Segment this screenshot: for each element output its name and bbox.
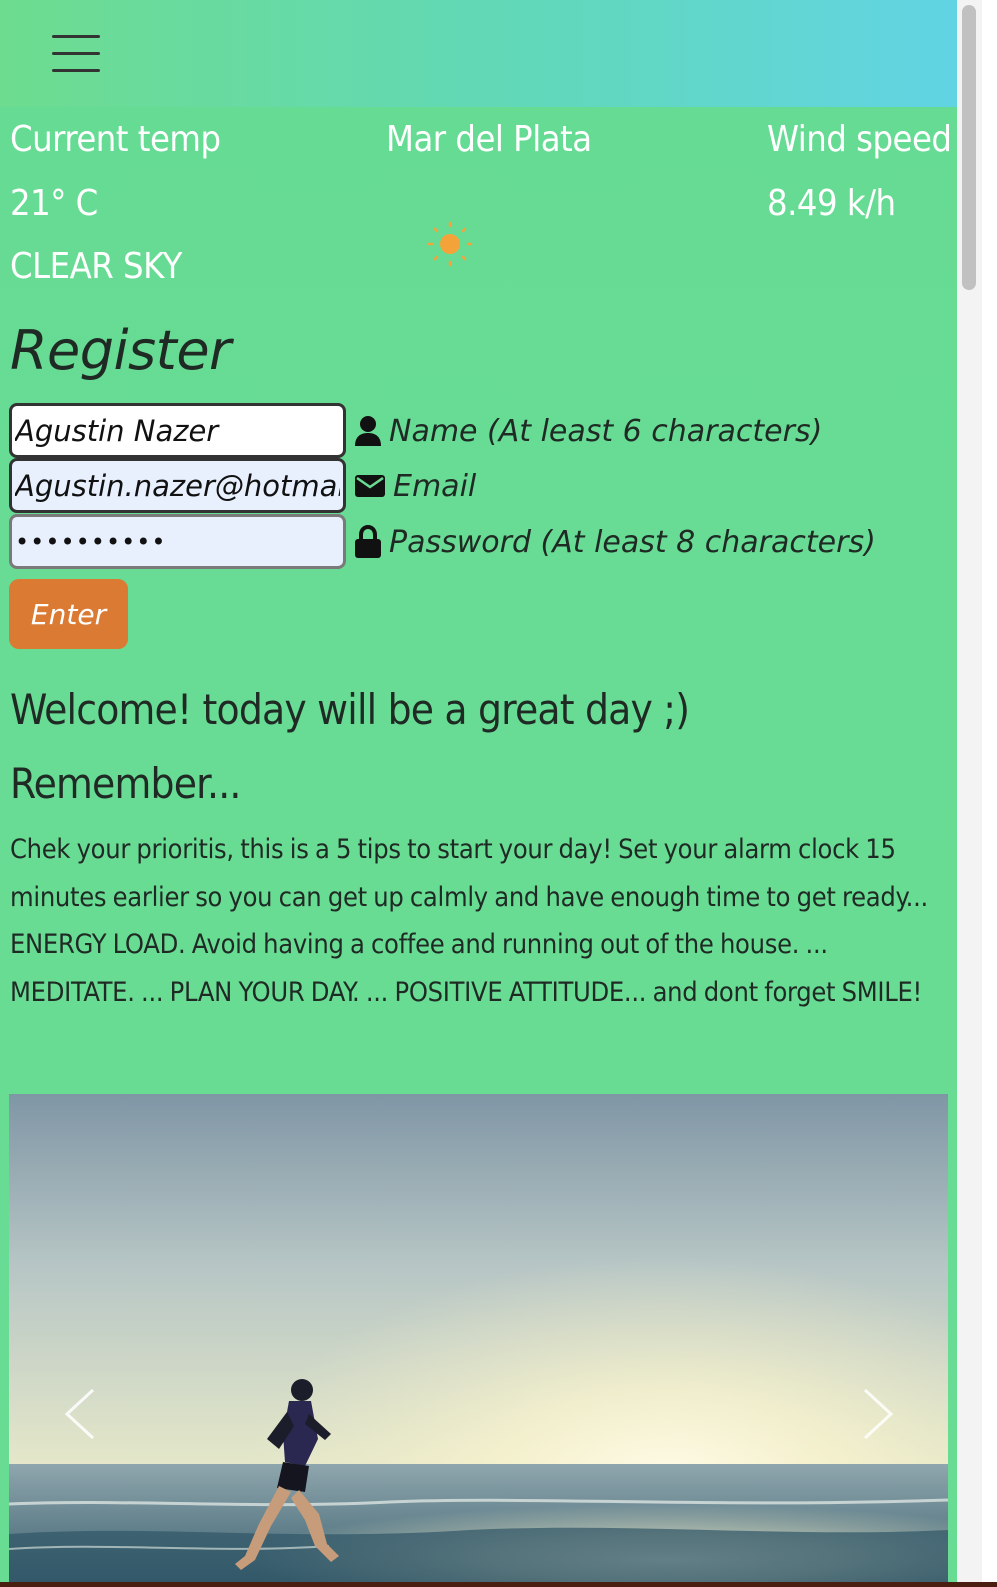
register-title: Register — [10, 319, 231, 382]
sun-icon — [427, 221, 473, 267]
image-carousel[interactable] — [9, 1094, 948, 1587]
scrollbar-gutter — [982, 0, 997, 1587]
email-field-label: Email — [354, 466, 476, 506]
lock-icon — [355, 525, 381, 558]
name-label-text: Name (At least 6 characters) — [389, 413, 823, 449]
vertical-scrollbar[interactable] — [957, 0, 997, 1587]
hamburger-line — [52, 52, 100, 55]
welcome-heading: Welcome! today will be a great day ;) — [10, 685, 690, 734]
wind-speed-value: 8.49 k/h — [767, 183, 896, 224]
tips-paragraph: Chek your prioritis, this is a 5 tips to… — [10, 834, 928, 1008]
remember-heading: Remember... — [10, 759, 241, 808]
name-input[interactable] — [9, 403, 346, 458]
bottom-edge — [0, 1582, 997, 1587]
temperature-value: 21° C — [10, 183, 98, 224]
name-field-label: Name (At least 6 characters) — [354, 411, 822, 451]
user-icon — [355, 416, 381, 446]
current-temp-label: Current temp — [10, 119, 221, 160]
weather-condition: CLEAR SKY — [10, 246, 182, 287]
enter-button[interactable]: Enter — [9, 579, 128, 649]
chevron-right-icon[interactable] — [849, 1384, 909, 1444]
hamburger-line — [52, 69, 100, 72]
city-name: Mar del Plata — [386, 119, 592, 160]
scrollbar-thumb[interactable] — [962, 5, 976, 290]
top-navbar — [0, 0, 957, 107]
hamburger-menu-icon[interactable] — [52, 35, 100, 73]
hamburger-line — [52, 35, 100, 38]
page: Current temp 21° C CLEAR SKY Mar del Pla… — [0, 0, 957, 1587]
envelope-icon — [355, 475, 385, 497]
password-input[interactable] — [9, 514, 346, 569]
wind-speed-label: Wind speed — [767, 119, 952, 160]
password-label-text: Password (At least 8 characters) — [389, 524, 876, 560]
password-field-label: Password (At least 8 characters) — [354, 522, 876, 562]
email-input[interactable] — [9, 458, 346, 513]
chevron-left-icon[interactable] — [49, 1384, 109, 1444]
email-label-text: Email — [393, 468, 477, 504]
beach-runner-image — [9, 1094, 948, 1587]
